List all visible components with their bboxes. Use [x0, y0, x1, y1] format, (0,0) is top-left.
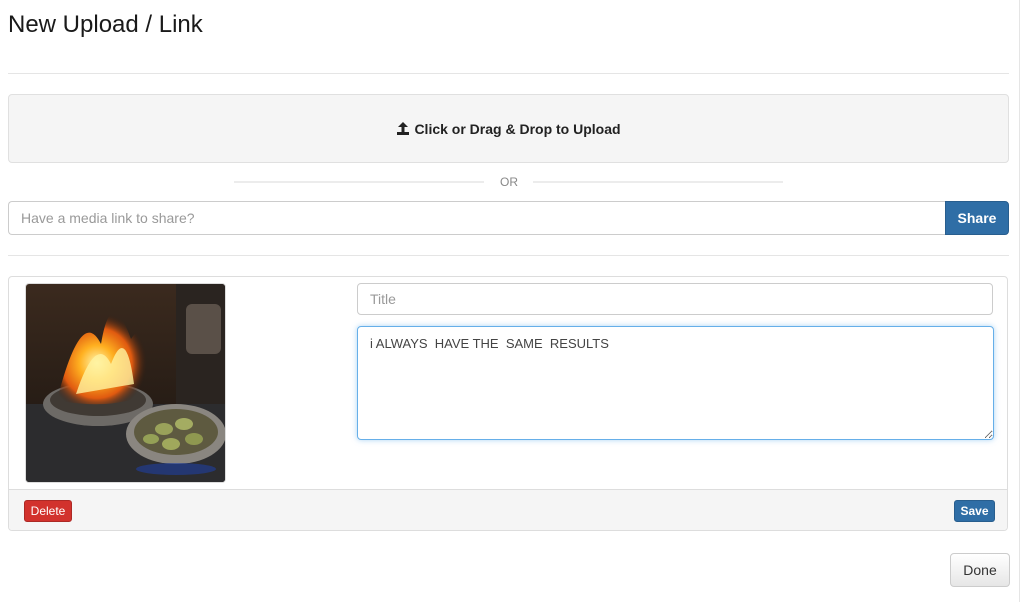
title-input[interactable]	[357, 283, 993, 315]
description-textarea[interactable]: i ALWAYS HAVE THE SAME RESULTS	[357, 326, 994, 440]
header-divider	[8, 73, 1009, 74]
modal-title: New Upload / Link	[8, 11, 203, 38]
done-button[interactable]: Done	[950, 553, 1010, 587]
section-divider	[8, 255, 1009, 256]
or-divider-text: OR	[500, 175, 518, 189]
modal-edge	[1019, 0, 1020, 602]
upload-item-card: i ALWAYS HAVE THE SAME RESULTS Delete Sa…	[8, 276, 1008, 531]
upload-icon	[397, 121, 410, 135]
share-button[interactable]: Share	[945, 201, 1009, 235]
upload-item-footer: Delete Save	[9, 489, 1007, 530]
media-link-input[interactable]	[8, 201, 946, 235]
or-divider-right	[533, 181, 783, 183]
or-divider-left	[234, 181, 484, 183]
media-thumbnail	[25, 283, 226, 483]
save-button[interactable]: Save	[954, 500, 995, 522]
dropzone-label: Click or Drag & Drop to Upload	[414, 120, 621, 137]
delete-button[interactable]: Delete	[24, 500, 72, 522]
upload-dropzone[interactable]: Click or Drag & Drop to Upload	[8, 94, 1009, 163]
